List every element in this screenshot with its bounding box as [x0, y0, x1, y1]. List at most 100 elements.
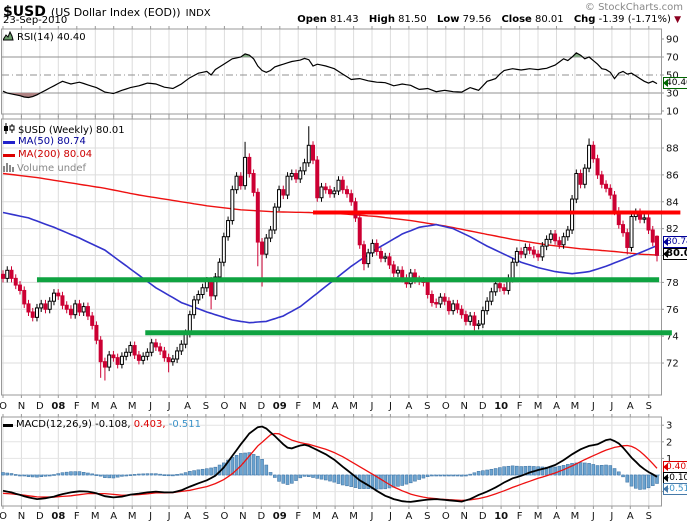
svg-text:78: 78 [666, 278, 679, 289]
svg-text:M: M [349, 511, 358, 522]
svg-text:O: O [0, 511, 7, 522]
svg-text:J: J [167, 401, 171, 412]
close-value-box: 80.01 [663, 248, 687, 260]
svg-text:M: M [534, 511, 543, 522]
volume-bars-icon [3, 162, 14, 175]
svg-text:J: J [388, 511, 392, 522]
svg-text:S: S [646, 511, 652, 522]
svg-text:90: 90 [666, 35, 679, 46]
exchange-label: INDX [185, 8, 211, 19]
volume-legend: Volume undef [3, 162, 86, 175]
svg-text:S: S [424, 511, 430, 522]
svg-text:J: J [609, 401, 613, 412]
svg-text:N: N [18, 511, 25, 522]
svg-text:S: S [203, 511, 209, 522]
close-value: 80.01 [535, 14, 564, 25]
svg-text:2: 2 [666, 437, 672, 448]
chart-date: 23-Sep-2010 [3, 15, 68, 26]
svg-text:M: M [571, 511, 580, 522]
svg-text:M: M [128, 511, 137, 522]
svg-text:M: M [312, 511, 321, 522]
svg-text:76: 76 [666, 305, 679, 316]
high-value: 81.50 [398, 14, 427, 25]
price-panel: 888684828078767472 [1, 116, 681, 398]
svg-text:A: A [110, 511, 117, 522]
ma200-legend-label: MA(200) 80.04 [18, 149, 93, 160]
macd-legend: MACD(12,26,9) -0.108, 0.403, -0.511 [3, 419, 201, 431]
svg-text:D: D [257, 511, 265, 522]
svg-text:N: N [239, 401, 246, 412]
macd-legend-label: MACD(12,26,9) -0.108, [16, 419, 131, 430]
svg-text:10: 10 [666, 107, 679, 118]
svg-text:A: A [405, 401, 412, 412]
ohlc-quote-row: Open 81.43 High 81.50 Low 79.56 Close 80… [297, 14, 681, 25]
svg-text:A: A [627, 401, 634, 412]
price-legend-label: $USD (Weekly) 80.01 [18, 125, 125, 136]
svg-text:J: J [167, 511, 171, 522]
chg-label: Chg [573, 14, 596, 25]
macd-hist-box: -0.511 [663, 483, 687, 495]
svg-text:3: 3 [666, 421, 672, 432]
svg-text:N: N [461, 511, 468, 522]
svg-text:10: 10 [494, 401, 508, 412]
svg-text:O: O [442, 401, 450, 412]
svg-text:M: M [312, 401, 321, 412]
svg-text:F: F [295, 511, 301, 522]
ma50-legend-label: MA(50) 80.74 [18, 136, 86, 147]
svg-text:84: 84 [666, 197, 679, 208]
svg-text:10: 10 [494, 511, 508, 522]
svg-text:S: S [203, 401, 209, 412]
rsi-area-icon [2, 30, 14, 44]
svg-text:A: A [405, 511, 412, 522]
rsi-value-box: 40.40 [663, 77, 687, 89]
svg-text:08: 08 [51, 401, 65, 412]
svg-text:J: J [148, 511, 152, 522]
open-value: 81.43 [330, 14, 359, 25]
chg-down-triangle-icon: ▼ [674, 15, 681, 25]
stockcharts-chart-page: 9070503010888684828078767472321-1OND08FM… [0, 0, 687, 526]
svg-text:A: A [184, 511, 191, 522]
svg-text:08: 08 [51, 511, 65, 522]
svg-text:M: M [349, 401, 358, 412]
svg-text:M: M [571, 401, 580, 412]
svg-text:D: D [257, 401, 265, 412]
svg-text:M: M [91, 511, 100, 522]
ma50-legend: MA(50) 80.74 [3, 136, 86, 148]
svg-text:J: J [591, 401, 595, 412]
macd-hist-value: -0.511 [168, 419, 201, 430]
svg-text:D: D [36, 401, 44, 412]
ma200-line-icon [3, 150, 15, 161]
svg-text:09: 09 [273, 401, 287, 412]
svg-text:M: M [128, 401, 137, 412]
chg-value: -1.39 (-1.71%) [598, 14, 671, 25]
symbol-name: (US Dollar Index (EOD)) [50, 6, 181, 19]
svg-text:S: S [646, 401, 652, 412]
svg-text:A: A [553, 511, 560, 522]
svg-text:A: A [184, 401, 191, 412]
svg-text:J: J [370, 511, 374, 522]
svg-text:09: 09 [273, 511, 287, 522]
chart-canvas: 9070503010888684828078767472321-1OND08FM… [0, 26, 681, 522]
svg-text:M: M [534, 401, 543, 412]
svg-text:86: 86 [666, 170, 679, 181]
ma50-line-icon [3, 137, 15, 148]
macd-signal-value: 0.403, [133, 419, 166, 430]
svg-text:J: J [609, 511, 613, 522]
rsi-panel: 9070503010 [1, 26, 679, 118]
svg-text:88: 88 [666, 144, 679, 155]
macd-line-icon [3, 420, 13, 431]
xaxis-months-mid: O N D 08 F M A M J J A S O N D 09 F M A M J J A S O N D 10 F M A M J J A S [0, 401, 652, 412]
svg-text:F: F [74, 511, 80, 522]
svg-text:M: M [91, 401, 100, 412]
macd-line [2, 425, 658, 503]
svg-text:D: D [479, 511, 487, 522]
ma50-value-box: 80.74 [663, 236, 687, 248]
svg-text:A: A [627, 511, 634, 522]
svg-text:J: J [388, 401, 392, 412]
open-label: Open [297, 14, 327, 25]
svg-text:F: F [517, 511, 523, 522]
price-legend: $USD (Weekly) 80.01 [3, 123, 125, 137]
stockcharts-credit: © StockCharts.com [584, 2, 683, 13]
svg-text:J: J [370, 401, 374, 412]
rsi-legend: RSI(14) 40.40 [2, 30, 86, 44]
